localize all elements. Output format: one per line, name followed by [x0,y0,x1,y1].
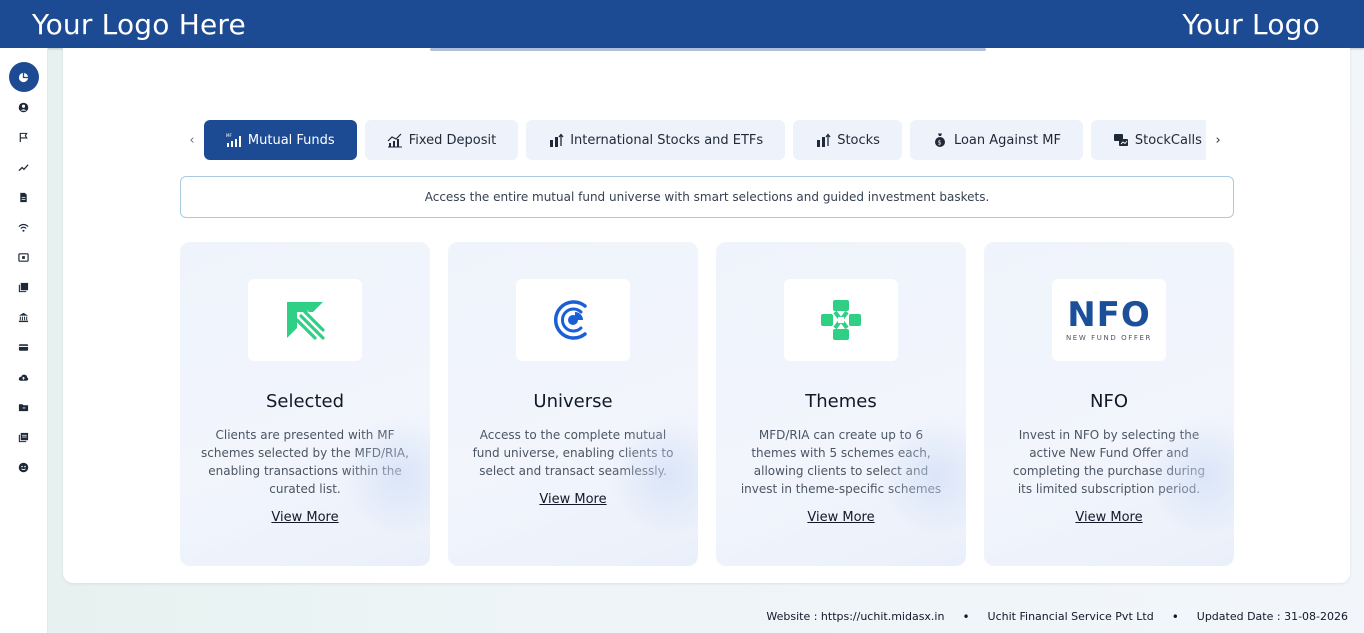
selected-logo-icon [287,302,326,340]
chevron-right-icon: › [1215,132,1221,148]
footer-website[interactable]: Website : https://uchit.midasx.in [766,610,944,623]
mf-chart-icon: MF [226,133,241,147]
tab-loan-against-mf[interactable]: $ Loan Against MF [909,120,1083,160]
cloud-upload-icon [18,374,29,381]
tab-label: Mutual Funds [247,132,335,148]
growth-chart-icon [387,133,402,148]
sidebar-item-statements[interactable] [9,272,39,302]
chevron-left-icon: ‹ [189,132,195,148]
sidebar-item-connect[interactable] [9,212,39,242]
card-text: Clients are presented with MF schemes se… [201,428,409,496]
sidebar-item-payments[interactable] [9,332,39,362]
sidebar-item-performance[interactable] [9,152,39,182]
sidebar-item-dashboard[interactable] [8,62,39,92]
id-card-icon [18,252,29,262]
tab-fixed-deposit[interactable]: Fixed Deposit [364,120,519,160]
view-more-link[interactable]: View More [1075,510,1142,525]
card-title: NFO [1090,391,1128,412]
library-icon [18,432,29,442]
sidebar-item-goals[interactable] [9,122,39,152]
card-grid: Selected Clients are presented with MF s… [180,242,1234,566]
view-more-link[interactable]: View More [807,510,874,525]
sidebar-item-kyc[interactable] [9,242,39,272]
card-icon-box [516,279,630,361]
pie-chart-icon [18,72,29,82]
tab-label: Fixed Deposit [408,132,497,148]
card-text: MFD/RIA can create up to 6 themes with 5… [740,428,942,496]
nfo-logo: NFO NEW FUND OFFER [1052,290,1166,350]
tab-mutual-funds[interactable]: MF Mutual Funds [203,120,357,160]
wifi-icon [18,223,29,232]
card-text: Access to the complete mutual fund unive… [472,428,674,478]
card-icon [18,343,29,351]
left-logo[interactable]: Your Logo Here [32,8,246,41]
bar-arrow-icon [817,133,831,147]
stockcalls-icon [1113,134,1128,146]
bar-arrow-icon [550,133,564,147]
tab-label: International Stocks and ETFs [570,132,764,148]
tabs-scroll-right[interactable]: › [1206,120,1230,160]
sidebar-item-profile[interactable] [9,92,39,122]
tab-strip: MF Mutual Funds Fixed Deposit Internatio… [203,120,1207,160]
right-logo[interactable]: Your Logo [1182,8,1320,41]
footer-updated-date: Updated Date : 31-08-2026 [1196,610,1348,623]
user-icon [18,102,29,112]
sidebar-item-bank[interactable] [9,302,39,332]
card-title: Themes [805,391,877,412]
footer-separator: • [962,609,970,624]
top-header: Your Logo Here Your Logo [0,0,1364,48]
folder-icon [18,403,29,411]
money-bag-icon: $ [934,133,945,147]
sidebar-item-library[interactable] [9,422,39,452]
themes-logo-icon [821,300,861,340]
support-icon [18,462,29,472]
svg-text:MF: MF [226,133,232,138]
sidebar-item-support[interactable] [9,452,39,482]
card-icon-box [248,279,362,361]
card-selected: Selected Clients are presented with MF s… [180,242,430,566]
universe-logo-icon [554,300,587,340]
footer-company: Uchit Financial Service Pvt Ltd [987,610,1154,623]
sidebar-item-documents[interactable] [9,392,39,422]
tab-description: Access the entire mutual fund universe w… [180,176,1234,218]
tab-label: StockCalls [1134,132,1202,148]
sidebar-item-upload[interactable] [9,362,39,392]
tab-stocks[interactable]: Stocks [793,120,902,160]
card-text: Invest in NFO by selecting the active Ne… [1012,428,1206,496]
card-universe: Universe Access to the complete mutual f… [448,242,698,566]
nfo-logo-text: NFO [1067,295,1151,335]
tabs-scroll-left[interactable]: ‹ [180,120,204,160]
card-icon-box: NFO NEW FUND OFFER [1052,279,1166,361]
book-icon [18,282,29,292]
footer: Website : https://uchit.midasx.in • Uchi… [48,600,1364,633]
tab-label: Loan Against MF [953,132,1061,148]
card-title: Selected [265,391,345,412]
card-icon-box [784,279,898,361]
nfo-logo-subtext: NEW FUND OFFER [1065,334,1153,342]
top-strip [430,48,986,51]
card-themes: Themes MFD/RIA can create up to 6 themes… [716,242,966,566]
sidebar-item-reports[interactable] [9,182,39,212]
tab-stockcalls[interactable]: StockCalls [1090,120,1207,160]
card-title: Universe [533,391,613,412]
sidebar [0,48,48,633]
footer-separator: • [1171,609,1179,624]
card-nfo: NFO NEW FUND OFFER NFO Invest in NFO by … [984,242,1234,566]
view-more-link[interactable]: View More [539,492,606,507]
tab-international-stocks[interactable]: International Stocks and ETFs [526,120,786,160]
view-more-link[interactable]: View More [271,510,338,525]
document-icon [20,192,27,202]
main-panel: ‹ MF Mutual Funds Fixed Deposit Internat… [63,48,1350,583]
product-tabs: ‹ MF Mutual Funds Fixed Deposit Internat… [180,120,1230,160]
tab-label: Stocks [837,132,880,148]
trend-line-icon [18,163,29,171]
svg-text:$: $ [938,140,942,147]
bank-icon [18,312,29,322]
flag-icon [19,132,28,142]
